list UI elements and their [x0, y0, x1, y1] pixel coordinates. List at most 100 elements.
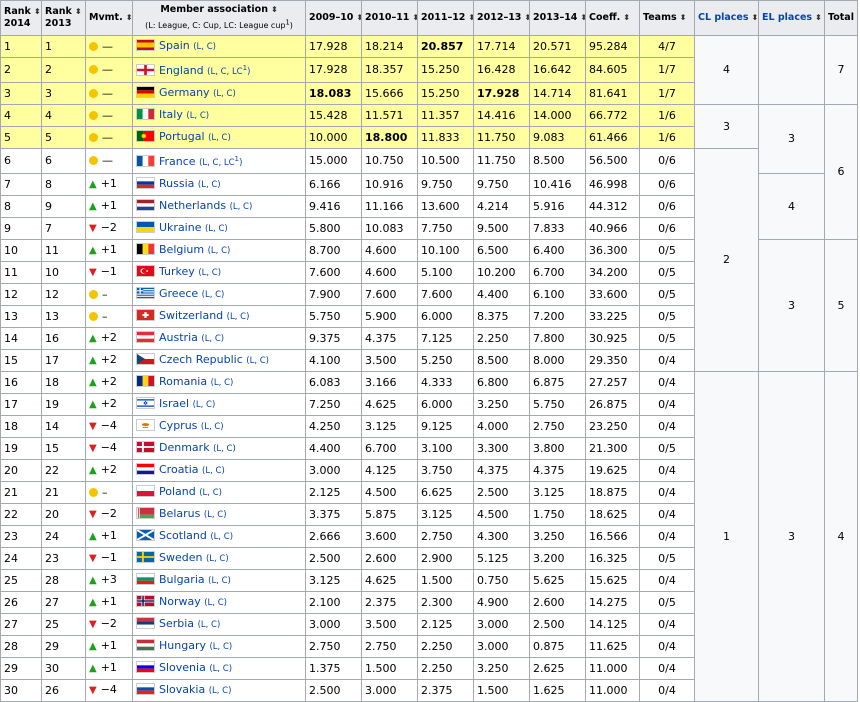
country-link[interactable]: Russia — [159, 177, 194, 190]
country-link[interactable]: Bulgaria — [159, 573, 205, 586]
sort-icon[interactable]: ⬍ — [356, 13, 360, 22]
country-link[interactable]: Czech Republic — [159, 353, 243, 366]
season-coeff-cell: 10.083 — [361, 216, 418, 240]
sort-icon[interactable]: ⬍ — [271, 5, 278, 14]
header-teams[interactable]: Teams ⬍ — [639, 0, 695, 36]
country-link[interactable]: Hungary — [159, 639, 206, 652]
rank-2014-cell: 19 — [0, 436, 42, 460]
competition-note: (L, C) — [208, 575, 231, 586]
season-coeff-cell: 4.625 — [361, 568, 418, 592]
season-coeff-cell: 2.625 — [529, 656, 586, 680]
sort-icon[interactable]: ⬍ — [857, 13, 858, 22]
rank-2014-cell: 23 — [0, 524, 42, 548]
country-link[interactable]: Spain — [159, 39, 190, 52]
member-association-cell: Portugal (L, C) — [132, 125, 306, 149]
sort-icon[interactable]: ⬍ — [623, 13, 630, 22]
header-member-association[interactable]: Member association ⬍ (L: League, C: Cup, L… — [132, 0, 306, 36]
country-link[interactable]: Poland — [159, 485, 196, 498]
rank-2013-cell: 25 — [41, 612, 86, 636]
header-total[interactable]: Total⬍ — [824, 0, 858, 36]
member-association-cell: Spain (L, C) — [132, 35, 306, 58]
country-link[interactable]: Belgium — [159, 243, 204, 256]
country-link[interactable]: Denmark — [159, 441, 210, 454]
coeff-cell: 84.605 — [585, 57, 640, 83]
country-link[interactable]: Slovakia — [159, 683, 205, 696]
sort-icon[interactable]: ⬍ — [126, 13, 132, 22]
country-link[interactable]: Cyprus — [159, 419, 197, 432]
sort-icon[interactable]: ⬍ — [815, 13, 822, 22]
season-coeff-cell: 5.625 — [529, 568, 586, 592]
season-coeff-cell: 6.166 — [305, 172, 362, 196]
coeff-cell: 16.325 — [585, 546, 640, 570]
country-link[interactable]: Greece — [159, 287, 198, 300]
teams-cell: 0/4 — [639, 634, 695, 658]
country-link[interactable]: Scotland — [159, 529, 207, 542]
rank-2013-cell: 29 — [41, 634, 86, 658]
country-link[interactable]: Italy — [159, 108, 183, 121]
flag-icon — [136, 264, 155, 277]
country-link[interactable]: Romania — [159, 375, 207, 388]
header-rank-2014[interactable]: Rank ⬍ 2014 — [0, 0, 42, 36]
member-association-cell: Serbia (L, C) — [132, 612, 306, 636]
competition-note: (L, C) — [201, 289, 225, 300]
country-link[interactable]: Norway — [159, 595, 201, 608]
sort-icon[interactable]: ⬍ — [34, 7, 41, 16]
rank-2013-cell: 22 — [41, 458, 86, 482]
rank-2013-cell: 4 — [41, 103, 86, 127]
header-2013-14[interactable]: 2013–14⬍ — [529, 0, 586, 36]
header-2010-11[interactable]: 2010–11⬍ — [361, 0, 418, 36]
season-coeff-cell: 14.714 — [529, 81, 586, 105]
sort-icon[interactable]: ⬍ — [680, 13, 687, 22]
header-2009-10[interactable]: 2009–10⬍ — [305, 0, 362, 36]
header-2011-12[interactable]: 2011–12⬍ — [417, 0, 474, 36]
country-link[interactable]: Turkey — [159, 265, 195, 278]
header-rank-2013[interactable]: Rank ⬍ 2013 — [41, 0, 86, 36]
season-coeff-cell: 2.900 — [417, 546, 474, 570]
sort-icon[interactable]: ⬍ — [75, 7, 82, 16]
country-link[interactable]: Israel — [159, 397, 189, 410]
country-link[interactable]: France — [159, 155, 196, 168]
season-coeff-cell: 17.928 — [473, 81, 530, 105]
country-link[interactable]: Belarus — [159, 507, 200, 520]
country-link[interactable]: Germany — [159, 86, 210, 99]
rank-2014-cell: 28 — [0, 634, 42, 658]
sort-icon[interactable]: ⬍ — [524, 13, 528, 22]
teams-cell: 0/5 — [639, 304, 695, 328]
season-coeff-cell: 8.500 — [473, 348, 530, 372]
season-coeff-cell: 17.928 — [305, 35, 362, 58]
country-link[interactable]: Slovenia — [159, 661, 206, 674]
movement-cell: ▲ +1 — [85, 590, 133, 614]
sort-icon[interactable]: ⬍ — [412, 13, 416, 22]
country-link[interactable]: Serbia — [159, 617, 194, 630]
coeff-cell: 18.625 — [585, 502, 640, 526]
country-link[interactable]: Ukraine — [159, 221, 201, 234]
country-link[interactable]: Switzerland — [159, 309, 223, 322]
sort-icon[interactable]: ⬍ — [468, 13, 472, 22]
country-link[interactable]: Austria — [159, 331, 198, 344]
season-coeff-cell: 14.000 — [529, 103, 586, 127]
header-coeff[interactable]: Coeff. ⬍ — [585, 0, 640, 36]
country-link[interactable]: Sweden — [159, 551, 202, 564]
arrow-down-icon: ▼ — [89, 443, 97, 455]
header-mvmt[interactable]: Mvmt. ⬍ — [85, 0, 133, 36]
country-link[interactable]: Croatia — [159, 463, 199, 476]
season-coeff-cell: 0.750 — [473, 568, 530, 592]
member-association-cell: Croatia (L, C) — [132, 458, 306, 482]
country-link[interactable]: Netherlands — [159, 199, 226, 212]
country-link[interactable]: England — [159, 64, 204, 77]
header-cl-places[interactable]: CL places ⬍ — [694, 0, 759, 36]
season-coeff-cell: 8.500 — [529, 147, 586, 174]
flag-icon — [136, 286, 155, 299]
header-row: Rank ⬍ 2014 Rank ⬍ 2013 Mvmt. ⬍ Member associ… — [0, 0, 858, 36]
movement-cell: ▼ −4 — [85, 414, 133, 438]
country-link[interactable]: Portugal — [159, 130, 205, 143]
header-2012-13[interactable]: 2012–13⬍ — [473, 0, 530, 36]
coeff-cell: 61.466 — [585, 125, 640, 149]
sort-icon[interactable]: ⬍ — [752, 13, 758, 22]
sort-icon[interactable]: ⬍ — [580, 13, 584, 22]
season-coeff-cell: 3.200 — [529, 546, 586, 570]
season-coeff-cell: 17.928 — [305, 57, 362, 83]
rank-2013-cell: 21 — [41, 480, 86, 504]
header-el-places[interactable]: EL places ⬍ — [758, 0, 825, 36]
rank-2014-cell: 6 — [0, 147, 42, 174]
